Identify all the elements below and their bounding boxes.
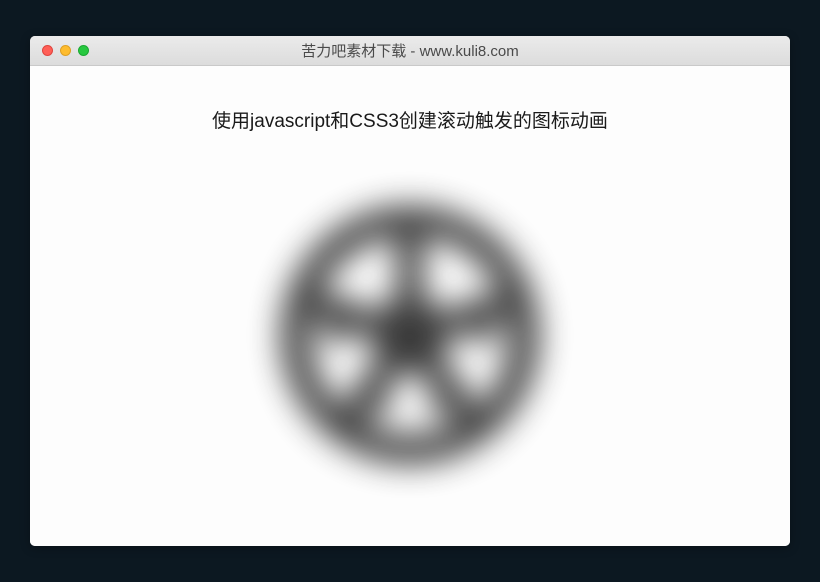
soccer-ball-icon	[280, 205, 540, 465]
close-icon[interactable]	[42, 45, 53, 56]
icon-container	[280, 163, 540, 546]
traffic-lights	[42, 45, 89, 56]
page-heading: 使用javascript和CSS3创建滚动触发的图标动画	[212, 106, 608, 133]
maximize-icon[interactable]	[78, 45, 89, 56]
content-area: 使用javascript和CSS3创建滚动触发的图标动画	[30, 66, 790, 546]
minimize-icon[interactable]	[60, 45, 71, 56]
titlebar: 苦力吧素材下载 - www.kuli8.com	[30, 36, 790, 66]
browser-window: 苦力吧素材下载 - www.kuli8.com 使用javascript和CSS…	[30, 36, 790, 546]
window-title: 苦力吧素材下载 - www.kuli8.com	[30, 40, 790, 61]
